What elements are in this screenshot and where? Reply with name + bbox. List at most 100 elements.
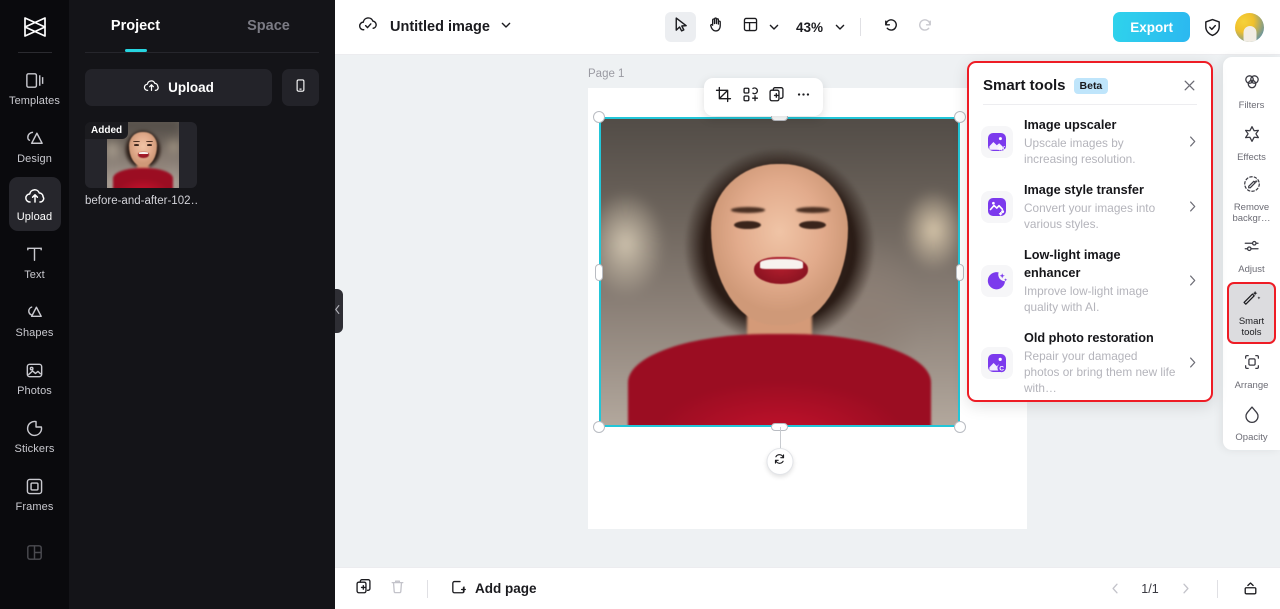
selected-image-object[interactable] xyxy=(599,117,960,427)
svg-text:C: C xyxy=(999,365,1004,372)
smart-tool-desc: Repair your damaged photos or bring them… xyxy=(1024,348,1176,396)
sidebar-item-text[interactable]: Text xyxy=(9,235,61,289)
smart-tools-panel: Smart tools Beta 4K xyxy=(967,61,1213,402)
sidebar-item-label: Design xyxy=(17,153,52,165)
right-rail-label: Opacity xyxy=(1235,432,1267,443)
select-tool-button[interactable] xyxy=(665,12,696,42)
smart-tool-text: Image style transfer Convert your images… xyxy=(1024,181,1176,232)
resize-handle-top-right[interactable] xyxy=(954,111,966,123)
smart-tool-desc: Upscale images by increasing resolution. xyxy=(1024,135,1176,167)
page-title[interactable]: Untitled image xyxy=(390,19,490,35)
chevron-down-icon[interactable] xyxy=(768,21,780,33)
upload-button-label: Upload xyxy=(168,80,214,95)
smart-tool-image-upscaler[interactable]: 4K Image upscaler Upscale images by incr… xyxy=(969,109,1211,174)
trash-icon xyxy=(389,578,406,600)
redo-button[interactable] xyxy=(910,12,941,42)
crop-button[interactable] xyxy=(710,84,736,110)
tab-space[interactable]: Space xyxy=(202,0,335,52)
undo-button[interactable] xyxy=(875,12,906,42)
layout-tool-button[interactable] xyxy=(735,12,766,42)
sidebar-item-design[interactable]: Design xyxy=(9,119,61,173)
prev-page-button[interactable] xyxy=(1101,575,1129,603)
right-rail-item-filters[interactable]: Filters xyxy=(1227,66,1276,116)
smart-tool-text: Image upscaler Upscale images by increas… xyxy=(1024,116,1176,167)
nav-divider xyxy=(1217,580,1218,598)
image-style-transfer-icon xyxy=(981,191,1013,223)
smart-tool-name: Image upscaler xyxy=(1024,118,1116,132)
more-options-button[interactable] xyxy=(791,84,817,110)
page-actions: Add page xyxy=(349,575,537,603)
resize-handle-bottom-left[interactable] xyxy=(593,421,605,433)
right-rail-item-remove-background[interactable]: Remove backgr… xyxy=(1227,170,1276,228)
duplicate-button[interactable] xyxy=(764,84,790,110)
rail-divider xyxy=(18,52,52,53)
hand-tool-button[interactable] xyxy=(700,12,731,42)
close-icon[interactable] xyxy=(1182,78,1197,93)
sidebar-item-label: Stickers xyxy=(15,443,55,455)
svg-text:4K: 4K xyxy=(997,145,1006,152)
resize-handle-bottom-right[interactable] xyxy=(954,421,966,433)
right-rail-item-opacity[interactable]: Opacity xyxy=(1227,398,1276,448)
right-rail-item-adjust[interactable]: Adjust xyxy=(1227,230,1276,280)
sidebar-item-label: Templates xyxy=(9,95,60,107)
list-item[interactable]: Added before-and-after-102… xyxy=(85,122,197,207)
expand-panel-button[interactable] xyxy=(1236,575,1264,603)
smart-tool-desc: Improve low-light image quality with AI. xyxy=(1024,283,1176,315)
chevron-down-icon[interactable] xyxy=(500,18,512,36)
sidebar-item-photos[interactable]: Photos xyxy=(9,351,61,405)
sidebar-item-stickers[interactable]: Stickers xyxy=(9,409,61,463)
page-indicator: 1/1 xyxy=(1137,582,1163,596)
duplicate-page-icon xyxy=(355,578,372,600)
add-page-button[interactable]: Add page xyxy=(450,578,537,600)
avatar[interactable] xyxy=(1235,13,1264,42)
tab-project[interactable]: Project xyxy=(69,0,202,52)
cursor-arrow-icon xyxy=(672,16,689,38)
old-photo-restoration-icon: C xyxy=(981,347,1013,379)
rotate-handle[interactable] xyxy=(766,448,793,475)
stickers-icon xyxy=(24,418,46,440)
smart-tool-low-light-image-enhancer[interactable]: Low-light image enhancer Improve low-lig… xyxy=(969,239,1211,322)
smart-tool-image-style-transfer[interactable]: Image style transfer Convert your images… xyxy=(969,174,1211,239)
duplicate-page-button[interactable] xyxy=(349,575,377,603)
mobile-upload-button[interactable] xyxy=(282,69,319,106)
export-button[interactable]: Export xyxy=(1113,12,1190,42)
bottombar-divider xyxy=(427,580,428,598)
zoom-control[interactable]: 43% xyxy=(796,20,846,35)
sidebar-item-templates[interactable]: Templates xyxy=(9,61,61,115)
page-navigation: 1/1 xyxy=(1101,575,1264,603)
right-rail-label: Filters xyxy=(1239,100,1265,111)
capcut-logo-icon[interactable] xyxy=(15,10,55,44)
asset-thumbnail[interactable]: Added xyxy=(85,122,197,188)
frames-icon xyxy=(24,476,46,498)
smart-tool-old-photo-restoration[interactable]: C Old photo restoration Repair your dama… xyxy=(969,322,1211,402)
delete-page-button[interactable] xyxy=(383,575,411,603)
shapes-icon xyxy=(24,302,46,324)
chevron-down-icon xyxy=(834,21,846,33)
arrange-icon xyxy=(1242,352,1262,377)
sidebar-item-layouts[interactable] xyxy=(9,525,61,579)
resize-handle-top-left[interactable] xyxy=(593,111,605,123)
layout-grid-icon xyxy=(742,16,759,38)
image-upscaler-4k-icon: 4K xyxy=(981,126,1013,158)
right-rail-label: Smart tools xyxy=(1229,316,1274,338)
sidebar-item-frames[interactable]: Frames xyxy=(9,467,61,521)
sidebar-item-shapes[interactable]: Shapes xyxy=(9,293,61,347)
design-icon xyxy=(24,128,46,150)
right-rail-item-effects[interactable]: Effects xyxy=(1227,118,1276,168)
cloud-saved-icon[interactable] xyxy=(357,13,380,41)
right-rail-item-arrange[interactable]: Arrange xyxy=(1227,346,1276,396)
canvas-tools: 43% xyxy=(665,12,941,42)
next-page-button[interactable] xyxy=(1171,575,1199,603)
upload-button[interactable]: Upload xyxy=(85,69,272,106)
resize-handle-right[interactable] xyxy=(956,264,964,281)
upload-cloud-icon xyxy=(24,186,46,208)
add-page-label: Add page xyxy=(475,581,537,596)
smart-tool-text: Low-light image enhancer Improve low-lig… xyxy=(1024,246,1176,315)
page-label: Page 1 xyxy=(588,68,624,80)
resize-handle-left[interactable] xyxy=(595,264,603,281)
sidebar-item-upload[interactable]: Upload xyxy=(9,177,61,231)
beta-badge: Beta xyxy=(1074,78,1109,94)
right-rail-item-smart-tools[interactable]: Smart tools xyxy=(1227,282,1276,344)
cutout-button[interactable] xyxy=(737,84,763,110)
shield-check-icon[interactable] xyxy=(1202,17,1223,38)
